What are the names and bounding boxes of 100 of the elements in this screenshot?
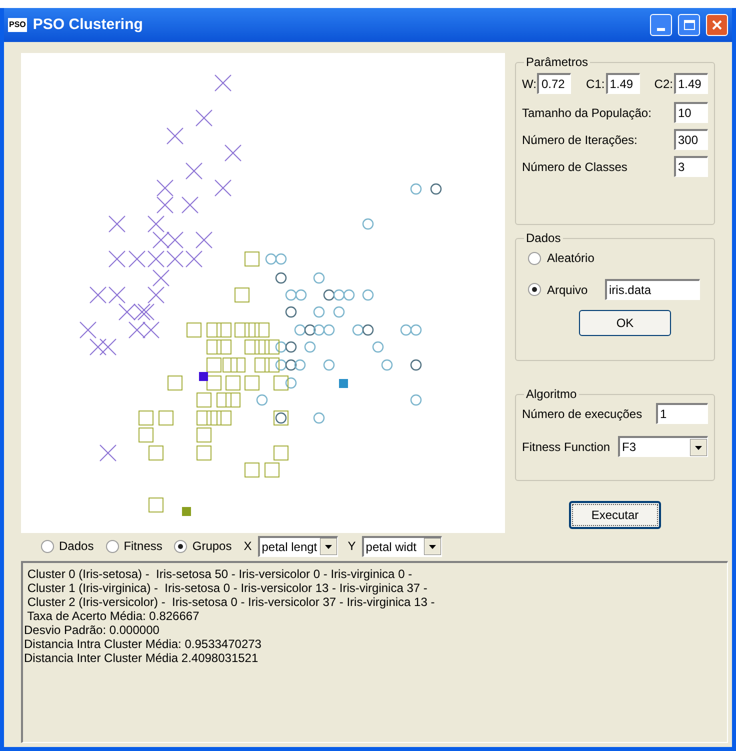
cross-marker [196, 232, 212, 248]
output-line: Cluster 0 (Iris-setosa) - Iris-setosa 50 - Iris-versicolor 0 - Iris-virginica 0 - [26, 567, 414, 581]
radio-button[interactable] [41, 540, 54, 552]
circle-marker [400, 324, 412, 336]
square-marker [206, 340, 222, 354]
circle-marker [285, 359, 297, 371]
input-field[interactable]: 1.49 [606, 73, 640, 94]
circle-marker [362, 324, 374, 336]
group-title: Algoritmo [525, 386, 578, 403]
circle-marker [410, 359, 422, 371]
dropdown[interactable]: petal lengt [258, 536, 338, 556]
square-marker [254, 322, 270, 338]
maximize-button[interactable] [678, 14, 700, 36]
centroid-marker [339, 379, 348, 388]
square-marker [216, 410, 232, 426]
cross-marker [100, 338, 116, 356]
cross-marker [108, 250, 126, 268]
input-field[interactable]: 1 [656, 403, 708, 424]
input-field[interactable]: 1.49 [674, 73, 708, 94]
circle-marker [275, 341, 287, 353]
radio-label[interactable]: Grupos [192, 537, 232, 555]
minimize-button[interactable] [650, 14, 672, 36]
square-marker [234, 288, 250, 302]
ok-button[interactable]: OK [579, 310, 671, 336]
run-button[interactable]: Executar [569, 501, 661, 529]
dropdown[interactable]: F3 [618, 436, 708, 457]
circle-marker [285, 306, 297, 318]
cross-marker [148, 250, 164, 268]
square-marker [254, 358, 270, 372]
square-marker [138, 428, 154, 442]
cross-marker [108, 286, 126, 304]
square-marker [158, 410, 174, 426]
square-marker [226, 376, 240, 390]
cross-marker [80, 322, 96, 338]
square-marker [264, 462, 280, 478]
centroid-marker [182, 507, 191, 516]
radio-button[interactable] [174, 540, 188, 552]
circle-marker [313, 412, 325, 424]
input-field[interactable]: 10 [674, 102, 708, 123]
square-marker [244, 252, 260, 266]
square-marker [206, 322, 222, 338]
axis-label: Y [348, 538, 356, 555]
cross-marker [214, 180, 232, 196]
circle-marker [372, 341, 384, 353]
square-marker [206, 410, 222, 426]
cross-marker [152, 270, 170, 286]
square-marker [234, 322, 250, 338]
square-marker [264, 340, 280, 354]
circle-marker [313, 272, 325, 284]
square-marker [196, 410, 212, 426]
output-text-area[interactable] [21, 561, 728, 743]
close-button[interactable] [706, 14, 728, 36]
input-field[interactable]: 300 [674, 129, 708, 150]
cross-marker [166, 232, 184, 248]
radio-label[interactable]: Arquivo [547, 280, 599, 298]
input-field[interactable]: 3 [674, 156, 708, 177]
radio-label[interactable]: Fitness [124, 537, 162, 555]
cross-marker [186, 162, 202, 180]
close-icon [712, 20, 722, 30]
radio-button[interactable] [528, 283, 541, 296]
cross-marker [182, 196, 198, 214]
circle-marker [343, 289, 355, 301]
radio-label[interactable]: Aleatório [547, 249, 599, 267]
cross-marker [100, 444, 116, 462]
circle-marker [304, 341, 316, 353]
circle-marker [265, 253, 277, 265]
field-label: C2: [654, 76, 673, 92]
cross-marker [166, 250, 184, 268]
radio-button[interactable] [528, 252, 541, 264]
cross-marker [156, 180, 174, 196]
square-marker [222, 358, 238, 372]
radio-label[interactable]: Dados [59, 537, 94, 555]
square-marker [244, 340, 260, 354]
cross-marker [196, 110, 212, 126]
square-marker [196, 446, 212, 460]
square-marker [216, 322, 232, 338]
cross-marker [214, 74, 232, 92]
file-field[interactable]: iris.data [605, 279, 700, 300]
square-marker [274, 446, 288, 460]
dropdown[interactable]: petal widt [362, 536, 442, 556]
circle-marker [352, 324, 364, 336]
field-label: Número de execuções [522, 406, 642, 422]
circle-marker [256, 394, 268, 406]
caret-icon [424, 538, 441, 555]
square-marker [244, 322, 260, 338]
cross-marker [224, 144, 242, 162]
circle-marker [362, 289, 374, 301]
cross-marker [152, 232, 170, 248]
square-marker [206, 376, 222, 390]
group-title: Dados [525, 230, 562, 247]
circle-marker [410, 183, 422, 195]
output-line: Cluster 1 (Iris-virginica) - Iris-setosa 0 - Iris-versicolor 13 - Iris-virginica 37 - [26, 581, 428, 595]
cross-marker [142, 322, 160, 338]
circle-marker [381, 359, 393, 371]
circle-marker [275, 359, 287, 371]
radio-button[interactable] [106, 540, 119, 552]
app-icon: PSO [8, 18, 27, 32]
window-title: PSO Clustering [32, 14, 144, 35]
output-line: Cluster 2 (Iris-versicolor) - Iris-setosa 0 - Iris-versicolor 37 - Iris-virginica 13 - [26, 595, 436, 609]
input-field[interactable]: 0.72 [537, 73, 572, 94]
